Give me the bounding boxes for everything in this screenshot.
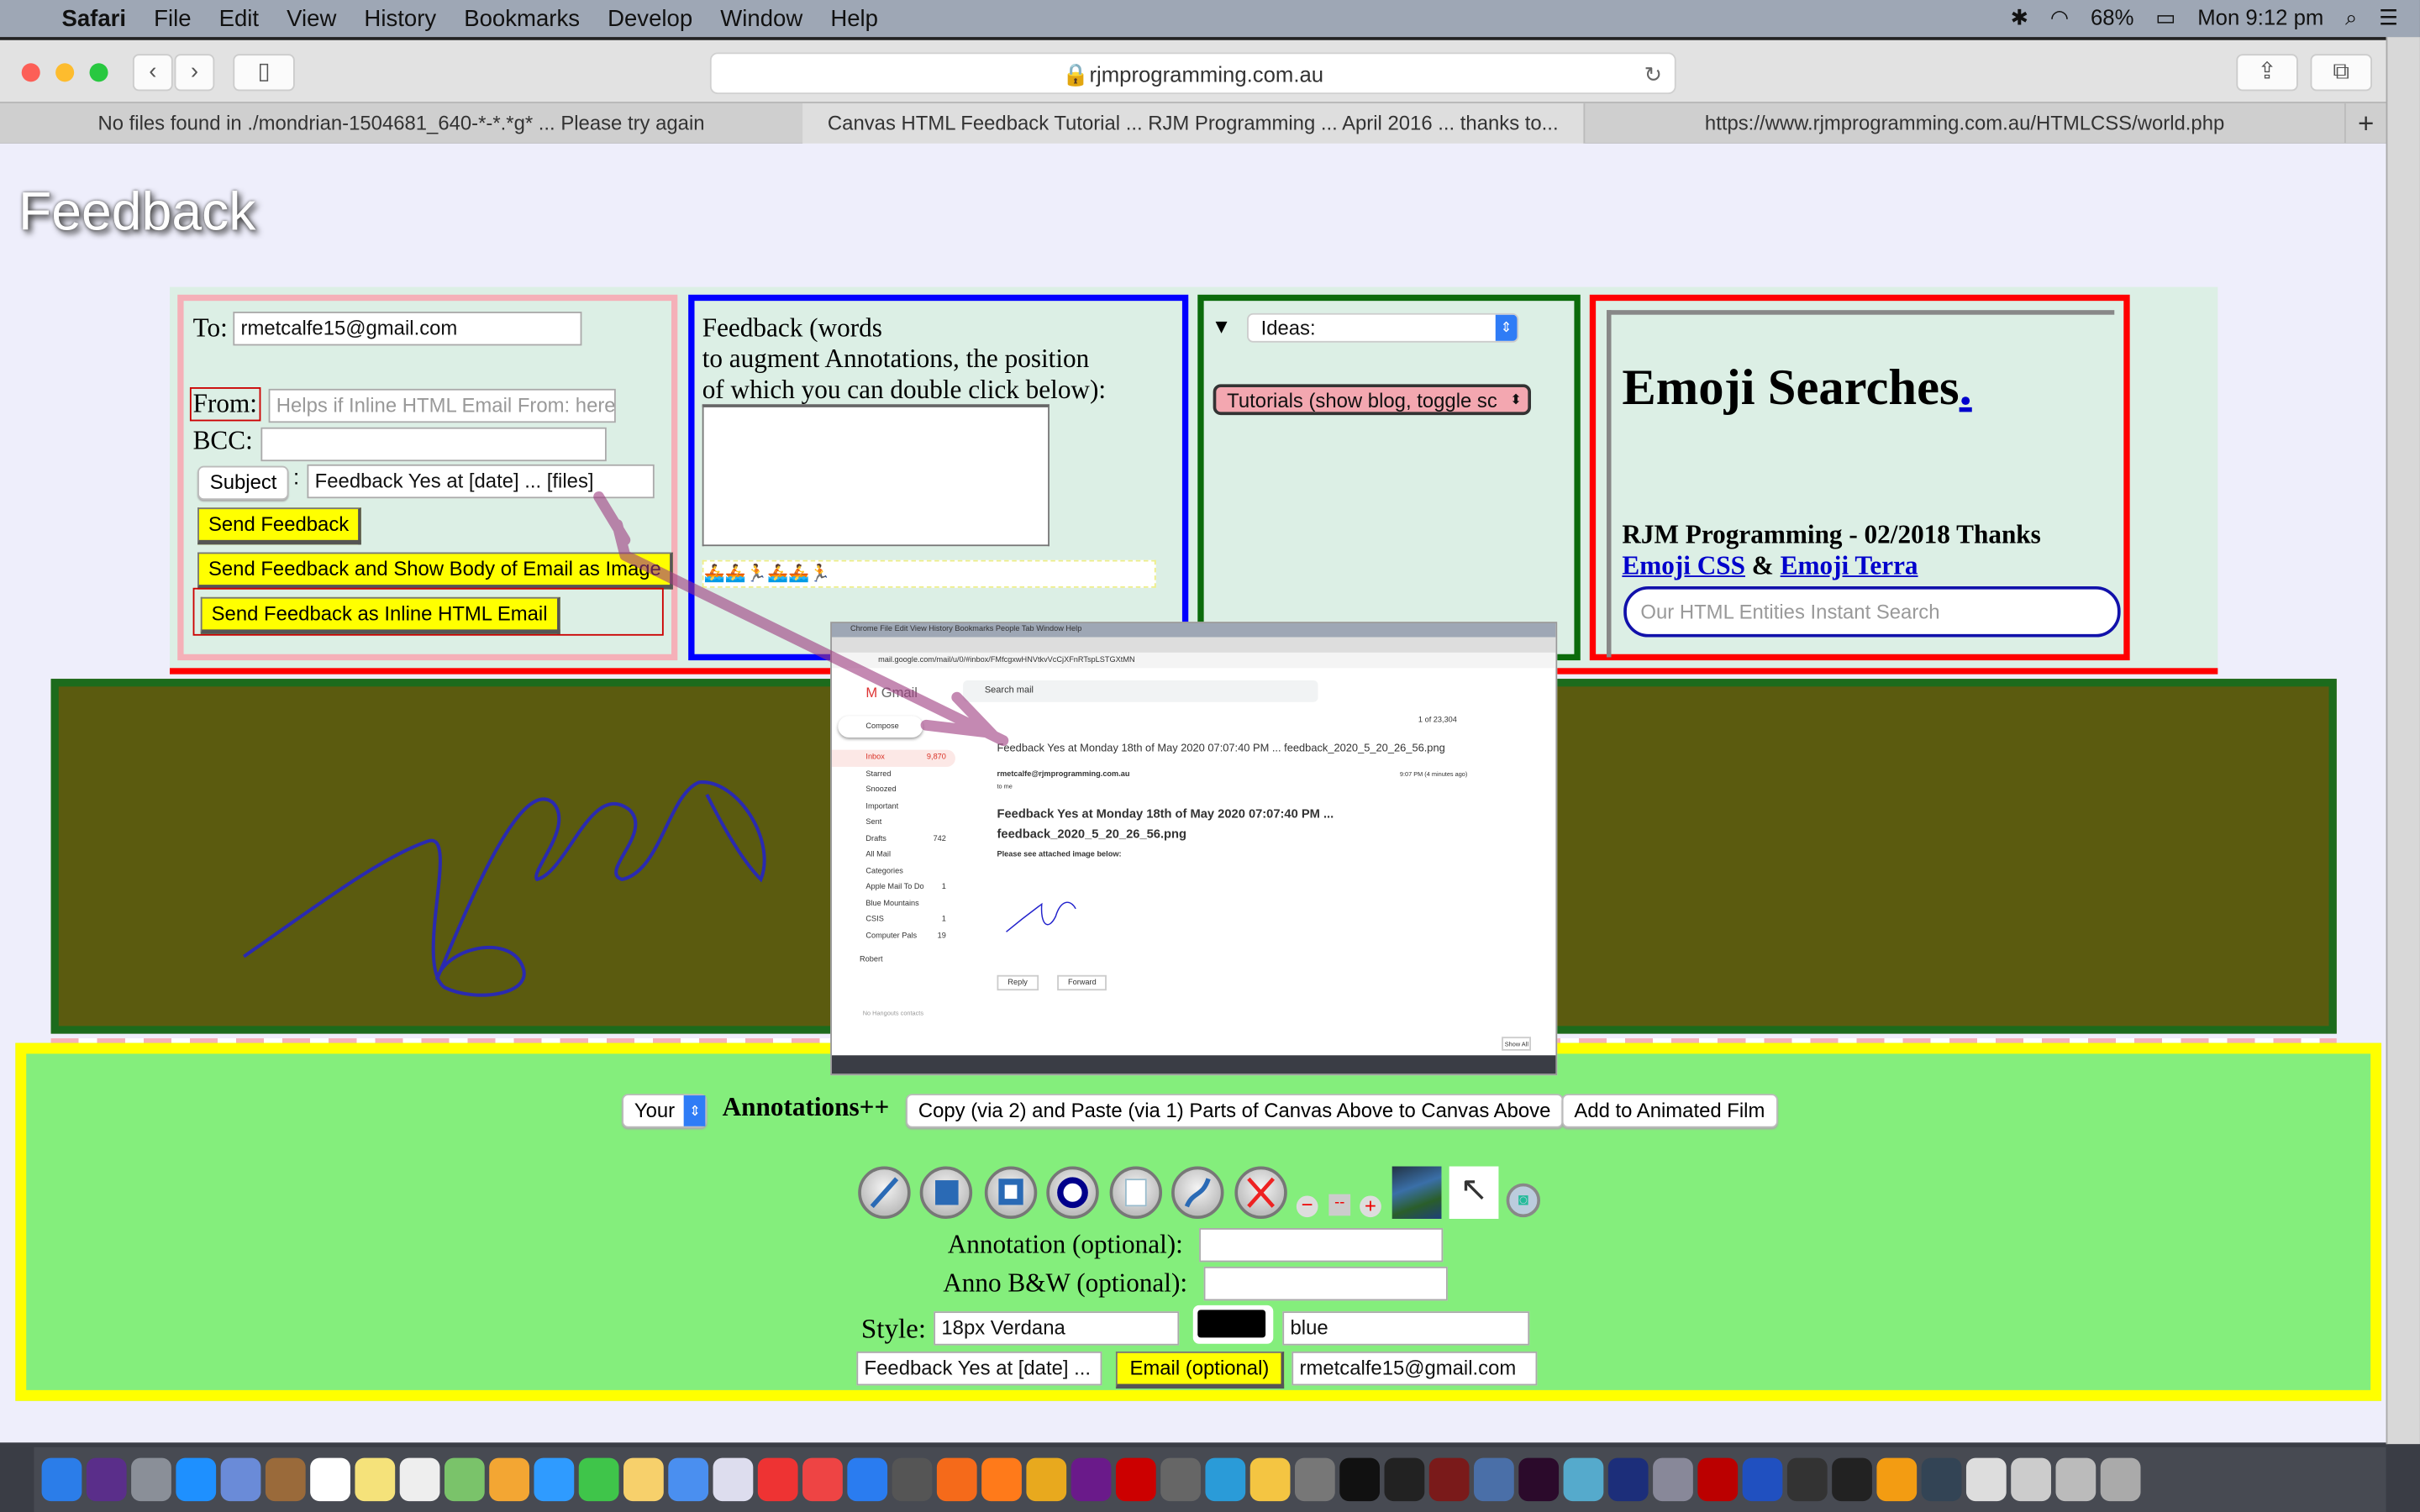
- dock-app-icon[interactable]: [1697, 1457, 1739, 1502]
- annotation-arrow: [593, 491, 1009, 747]
- dock-app-icon[interactable]: [578, 1457, 619, 1502]
- dock-app-icon[interactable]: [713, 1457, 754, 1502]
- dock-app-icon[interactable]: [86, 1457, 127, 1502]
- dock-app-icon[interactable]: [1518, 1457, 1560, 1502]
- dock-app-icon[interactable]: [1026, 1457, 1067, 1502]
- dock-app-icon[interactable]: [847, 1457, 888, 1502]
- dock-app-icon[interactable]: [1786, 1457, 1828, 1502]
- dock-app-icon[interactable]: [1339, 1457, 1381, 1502]
- dock-app-icon[interactable]: [1876, 1457, 1918, 1502]
- dock-app-icon[interactable]: [131, 1457, 171, 1502]
- dock-app-icon[interactable]: [2055, 1457, 2096, 1502]
- dock-app-icon[interactable]: [1294, 1457, 1335, 1502]
- dock-app-icon[interactable]: [802, 1457, 843, 1502]
- dock-app-icon[interactable]: [1071, 1457, 1112, 1502]
- dock-app-icon[interactable]: [534, 1457, 575, 1502]
- dock-app-icon[interactable]: [981, 1457, 1022, 1502]
- dock-app-icon[interactable]: [1428, 1457, 1470, 1502]
- dock-app-icon[interactable]: [1160, 1457, 1201, 1502]
- dock-app-icon[interactable]: [399, 1457, 440, 1502]
- dock-app-icon[interactable]: [2011, 1457, 2051, 1502]
- dock-app-icon[interactable]: [265, 1457, 306, 1502]
- dock-app-icon[interactable]: [1384, 1457, 1425, 1502]
- dock-app-icon[interactable]: [310, 1457, 350, 1502]
- dock-app-icon[interactable]: [1205, 1457, 1246, 1502]
- dock-app-icon[interactable]: [1115, 1457, 1156, 1502]
- dock-app-icon[interactable]: [1474, 1457, 1514, 1502]
- dock-app-icon[interactable]: [489, 1457, 529, 1502]
- dock-app-icon[interactable]: [220, 1457, 261, 1502]
- dock-app-icon[interactable]: [936, 1457, 977, 1502]
- dock-app-icon[interactable]: [892, 1457, 933, 1502]
- dock-app-icon[interactable]: [757, 1457, 798, 1502]
- dock-app-icon[interactable]: [623, 1457, 664, 1502]
- dock-app-icon[interactable]: [1742, 1457, 1783, 1502]
- dock-app-icon[interactable]: [1921, 1457, 1962, 1502]
- dock-app-icon[interactable]: [1965, 1457, 2007, 1502]
- macos-dock: [34, 1446, 2386, 1512]
- dock-app-icon[interactable]: [355, 1457, 396, 1502]
- dock-app-icon[interactable]: [1563, 1457, 1604, 1502]
- dock-app-icon[interactable]: [1607, 1457, 1649, 1502]
- dock-app-icon[interactable]: [176, 1457, 217, 1502]
- dock-app-icon[interactable]: [1249, 1457, 1291, 1502]
- dock-app-icon[interactable]: [41, 1457, 82, 1502]
- dock-app-icon[interactable]: [1653, 1457, 1693, 1502]
- dock-app-icon[interactable]: [2100, 1457, 2141, 1502]
- dock-app-icon[interactable]: [1832, 1457, 1872, 1502]
- dock-app-icon[interactable]: [668, 1457, 709, 1502]
- dock-app-icon[interactable]: [444, 1457, 485, 1502]
